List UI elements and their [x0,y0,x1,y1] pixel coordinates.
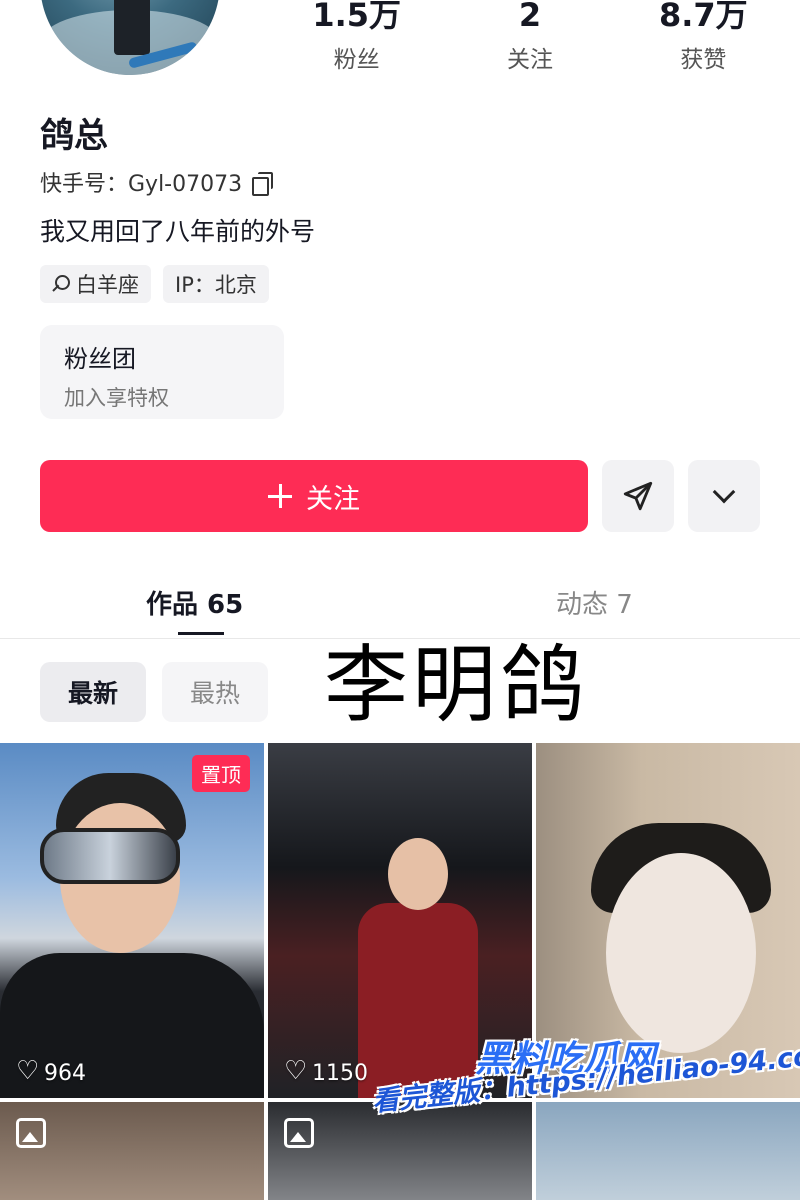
follow-button[interactable]: 关注 [40,460,588,532]
image-gallery-icon [284,1118,314,1148]
stat-fans-value: 1.5万 [312,0,402,34]
filter-hottest[interactable]: 最热 [162,662,268,722]
photo-thumbnail[interactable] [0,1102,264,1200]
tab-dynamics[interactable]: 动态 7 [556,584,633,621]
fan-club-subtitle: 加入享特权 [64,386,169,410]
tag-zodiac[interactable]: 白羊座 [40,265,151,303]
video-likes-count: 1150 [312,1061,368,1086]
plus-icon [268,484,292,508]
pinned-badge: 置顶 [192,755,250,792]
video-thumbnail[interactable] [536,1102,800,1200]
video-likes: 964 [16,1058,86,1087]
send-message-button[interactable] [602,460,674,532]
active-tab-indicator [178,632,224,635]
heart-icon [16,1058,39,1084]
thumb-figure-face [388,838,448,910]
kuaishou-id: 快手号：Gyl-07073 [40,172,243,197]
chevron-down-icon [712,480,736,504]
profile-stats: 1.5万 粉丝 2 关注 8.7万 获赞 [270,0,790,74]
photo-thumbnail[interactable] [268,1102,532,1200]
profile-name: 鸽总 [40,116,108,156]
profile-tags: 白羊座 IP：北京 [40,265,269,303]
heart-icon [284,1058,307,1084]
video-likes-count: 964 [44,1061,86,1086]
avatar-surfer [114,0,150,55]
image-gallery-icon [16,1118,46,1148]
tag-ip-label: IP：北京 [175,273,257,297]
stat-following-value: 2 [518,0,542,34]
tab-works[interactable]: 作品 65 [146,584,243,621]
tag-ip-location: IP：北京 [163,265,269,303]
stat-likes-label: 获赞 [680,47,727,73]
thumb-figure-face [606,853,756,1053]
profile-bio: 我又用回了八年前的外号 [40,217,316,246]
more-options-button[interactable] [688,460,760,532]
stat-likes-value: 8.7万 [658,0,748,34]
stat-fans-label: 粉丝 [333,47,380,73]
stat-likes[interactable]: 8.7万 获赞 [617,0,790,74]
stat-fans[interactable]: 1.5万 粉丝 [270,0,443,74]
send-icon [623,481,653,511]
overlay-caption: 李明鸽 [324,636,589,734]
filter-newest[interactable]: 最新 [40,662,146,722]
stat-following[interactable]: 2 关注 [443,0,616,74]
stat-following-label: 关注 [506,47,553,73]
video-thumbnail[interactable]: 置顶 964 [0,743,264,1098]
fan-club-title: 粉丝团 [64,345,136,373]
thumb-figure-body [358,903,478,1098]
thumb-goggles [40,828,180,884]
search-icon [52,275,70,293]
video-likes: 1150 [284,1058,368,1087]
fan-club-card[interactable]: 粉丝团 加入享特权 [40,325,284,419]
avatar[interactable] [40,0,220,75]
tag-zodiac-label: 白羊座 [76,273,139,297]
kuaishou-id-row: 快手号：Gyl-07073 [40,166,274,198]
follow-button-label: 关注 [306,483,360,515]
copy-icon[interactable] [252,172,274,196]
